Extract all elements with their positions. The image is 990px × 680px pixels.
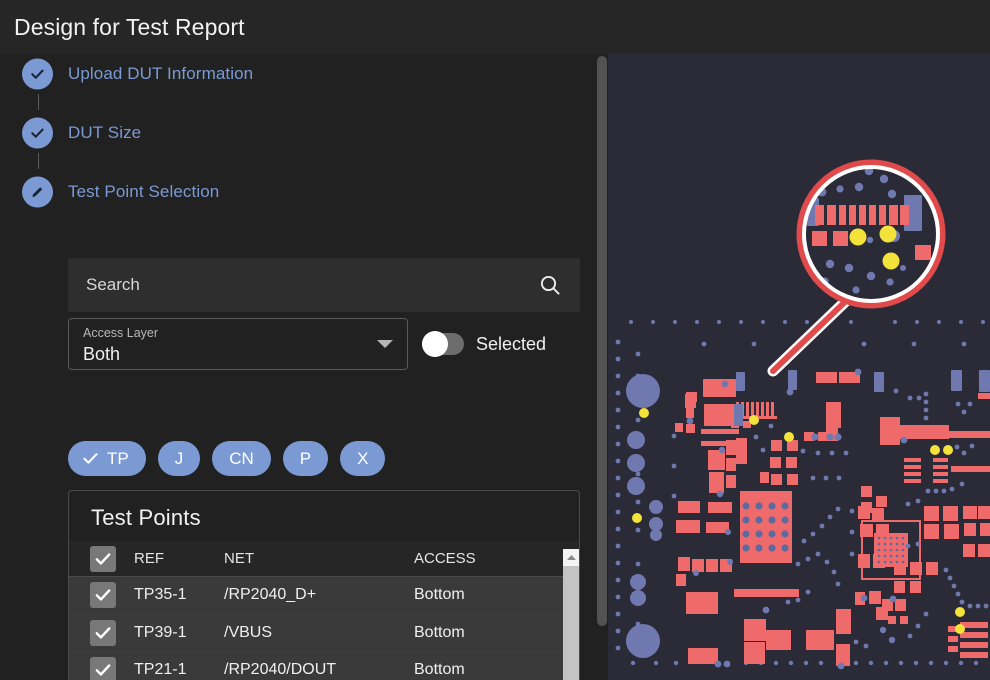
row-checkbox[interactable] bbox=[90, 619, 116, 646]
pcb-viewer[interactable] bbox=[608, 54, 990, 680]
filter-chip-label: P bbox=[299, 448, 312, 468]
sidebar-item-label: Test Point Selection bbox=[68, 182, 220, 201]
selected-toggle-label: Selected bbox=[476, 333, 547, 354]
test-points-table: REF NET ACCESS TP35-1 /RP2040_D+ Bottom bbox=[69, 541, 579, 680]
check-icon bbox=[22, 58, 53, 90]
select-all-checkbox[interactable] bbox=[90, 545, 116, 572]
page-scrollbar[interactable] bbox=[596, 54, 608, 680]
cell-ref: TP35-1 bbox=[134, 586, 187, 604]
filter-chip-cn[interactable]: CN bbox=[212, 441, 271, 476]
app-root: Design for Test Report Upload DUT Inform… bbox=[0, 0, 990, 680]
column-header-ref: REF bbox=[134, 550, 164, 567]
table-scrollbar[interactable] bbox=[563, 549, 579, 680]
toggle-knob bbox=[422, 331, 448, 357]
cell-ref: TP21-1 bbox=[134, 661, 187, 679]
test-points-card: Test Points REF NET ACCESS TP35-1 /RP204… bbox=[68, 490, 580, 680]
access-layer-select[interactable]: Access Layer Both bbox=[68, 318, 408, 370]
filter-chip-label: CN bbox=[229, 448, 254, 468]
test-points-title: Test Points bbox=[91, 505, 201, 530]
chevron-down-icon[interactable] bbox=[377, 340, 393, 348]
sidebar-item-label: DUT Size bbox=[68, 123, 142, 142]
cell-net: /RP2040_D+ bbox=[224, 586, 317, 604]
left-panel: Upload DUT Information DUT Size Test Poi… bbox=[0, 54, 596, 680]
access-layer-value: Both bbox=[83, 344, 121, 364]
filter-chip-tp[interactable]: TP bbox=[68, 441, 146, 476]
triangle-up-icon[interactable] bbox=[563, 549, 579, 566]
search-input[interactable]: Search bbox=[68, 258, 580, 312]
table-row[interactable]: TP39-1 /VBUS Bottom bbox=[69, 614, 579, 652]
pcb-layout-graphic bbox=[608, 54, 990, 680]
check-icon bbox=[22, 117, 53, 149]
filter-chip-label: J bbox=[174, 448, 184, 468]
cell-net: /RP2040/DOUT bbox=[224, 661, 337, 679]
table-scrollbar-thumb[interactable] bbox=[563, 566, 579, 680]
cell-access: Bottom bbox=[414, 586, 465, 604]
step-connector bbox=[37, 153, 39, 169]
filter-chip-j[interactable]: J bbox=[157, 441, 201, 476]
filter-chip-p[interactable]: P bbox=[282, 441, 329, 476]
sidebar-item-label: Upload DUT Information bbox=[68, 64, 254, 83]
table-row[interactable]: TP21-1 /RP2040/DOUT Bottom bbox=[69, 652, 579, 680]
cell-ref: TP39-1 bbox=[134, 623, 187, 641]
check-icon bbox=[81, 449, 100, 468]
column-header-access: ACCESS bbox=[414, 550, 476, 567]
access-layer-label: Access Layer bbox=[83, 326, 159, 340]
cell-access: Bottom bbox=[414, 623, 465, 641]
pencil-icon bbox=[22, 176, 53, 208]
page-scrollbar-thumb[interactable] bbox=[597, 56, 607, 626]
step-connector bbox=[37, 94, 39, 110]
column-header-net: NET bbox=[224, 550, 254, 567]
filter-chip-x[interactable]: X bbox=[340, 441, 386, 476]
filter-chip-group: TP J CN P X bbox=[68, 441, 386, 476]
app-header: Design for Test Report bbox=[0, 0, 990, 54]
page-title: Design for Test Report bbox=[14, 13, 245, 40]
selected-toggle[interactable] bbox=[422, 331, 464, 357]
table-header-row: REF NET ACCESS bbox=[69, 541, 579, 577]
filter-chip-label: X bbox=[357, 448, 369, 468]
search-icon[interactable] bbox=[538, 273, 562, 297]
cell-net: /VBUS bbox=[224, 623, 273, 641]
cell-access: Bottom bbox=[414, 661, 465, 679]
selected-toggle-group: Selected bbox=[422, 331, 547, 357]
table-row[interactable]: TP35-1 /RP2040_D+ Bottom bbox=[69, 577, 579, 615]
row-checkbox[interactable] bbox=[90, 657, 116, 680]
filter-chip-label: TP bbox=[107, 448, 129, 468]
search-placeholder: Search bbox=[86, 275, 140, 294]
row-checkbox[interactable] bbox=[90, 582, 116, 609]
